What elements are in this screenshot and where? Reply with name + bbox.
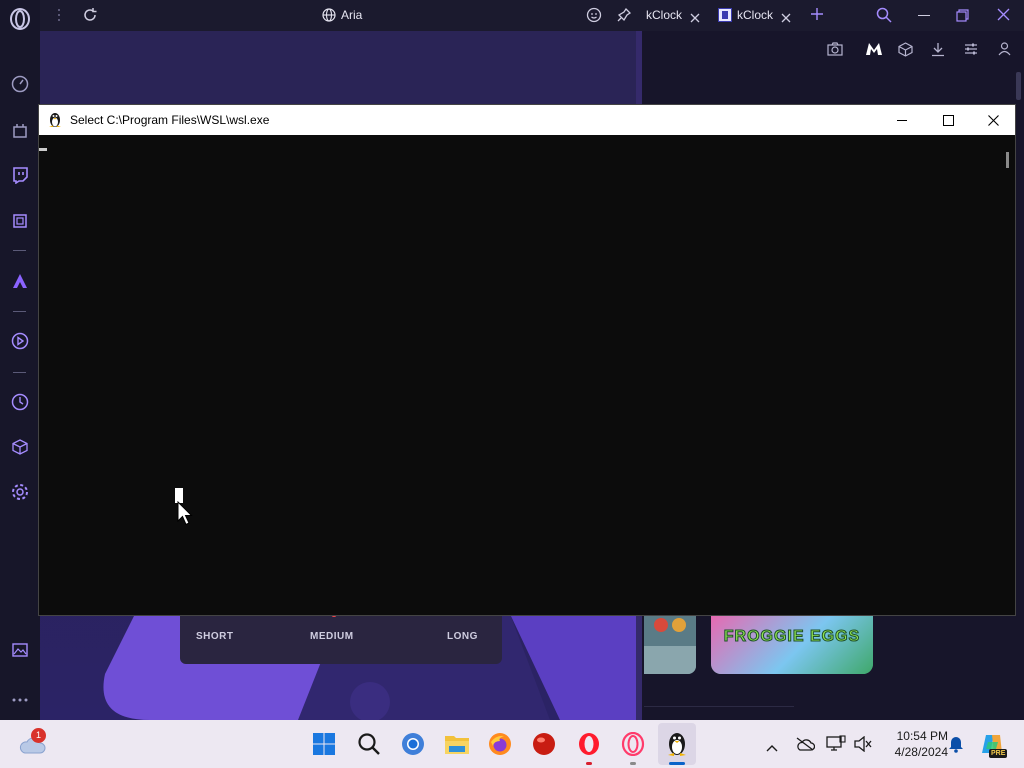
pre-badge: PRE [989, 749, 1008, 758]
clock-time: 10:54 PM [896, 729, 948, 743]
clock-date: 4/28/2024 [894, 745, 948, 759]
extension-cube-icon[interactable] [898, 42, 913, 62]
sidebar-separator [13, 311, 26, 312]
running-indicator [586, 762, 592, 765]
maximize-icon [942, 114, 954, 126]
timer-medium-option[interactable]: MEDIUM [310, 631, 354, 642]
gx-store-icon[interactable] [8, 118, 32, 142]
hardware-monitor-icon[interactable] [8, 209, 32, 233]
windows-start-icon[interactable] [308, 728, 340, 760]
speaker-muted-icon[interactable] [854, 735, 872, 757]
timer-short-option[interactable]: SHORT [196, 631, 234, 642]
terminal-minimize-button[interactable] [879, 105, 925, 135]
opera-gx-icon[interactable] [617, 728, 649, 760]
terminal-output-area[interactable] [39, 135, 999, 615]
wsl-terminal-window[interactable]: Select C:\Program Files\WSL\wsl.exe [38, 104, 1016, 616]
minimize-icon[interactable] [918, 15, 930, 16]
onedrive-offline-icon[interactable] [795, 737, 816, 756]
aria-icon[interactable] [8, 269, 32, 293]
terminal-scrollbar[interactable] [999, 135, 1015, 615]
display-icon[interactable] [826, 735, 846, 757]
history-icon[interactable] [8, 390, 32, 414]
close-window-icon[interactable] [997, 8, 1010, 26]
right-toolbar [642, 31, 1024, 69]
taskbar-clock[interactable]: 10:54 PM 4/28/2024 [880, 728, 948, 760]
browser-sidebar [0, 0, 40, 720]
sidebar-separator [13, 250, 26, 251]
running-indicator [630, 762, 636, 765]
text-cursor [39, 148, 47, 151]
active-indicator [669, 762, 685, 765]
firefox-icon[interactable] [484, 728, 516, 760]
speed-dial-icon[interactable] [8, 72, 32, 96]
more-options-icon[interactable] [8, 688, 32, 712]
globe-icon [322, 8, 336, 27]
search-tabs-icon[interactable] [876, 7, 892, 28]
mouse-pointer-icon [177, 501, 193, 526]
minimize-icon [897, 119, 907, 121]
restore-icon[interactable] [956, 9, 969, 27]
wallpaper-icon[interactable] [8, 638, 32, 662]
drag-handle-icon[interactable] [57, 8, 61, 27]
red-ball-app-icon[interactable] [528, 728, 560, 760]
malwarebytes-icon[interactable] [865, 42, 883, 61]
profile-icon[interactable] [998, 42, 1011, 61]
tab-close-icon[interactable] [690, 10, 700, 28]
opera-logo-icon[interactable] [8, 7, 32, 31]
timer-long-option[interactable]: LONG [447, 631, 478, 642]
browser-tab-bar: Aria kClock kClock [40, 0, 1024, 31]
opera-icon[interactable] [573, 728, 605, 760]
tux-penguin-icon [48, 111, 62, 133]
terminal-title-bar[interactable]: Select C:\Program Files\WSL\wsl.exe [39, 105, 1015, 135]
tab-kclock-2[interactable]: kClock [737, 8, 773, 22]
wsl-tux-icon[interactable] [661, 728, 693, 760]
camera-icon[interactable] [827, 42, 843, 61]
terminal-close-button[interactable] [970, 105, 1016, 135]
active-tab-title[interactable]: Aria [341, 8, 362, 22]
show-hidden-icons-chevron-icon[interactable] [766, 739, 778, 757]
game-tile-thumbnail[interactable] [644, 614, 696, 674]
section-divider [644, 706, 794, 707]
extensions-cube-icon[interactable] [8, 435, 32, 459]
tab-close-icon[interactable] [781, 10, 791, 28]
froggie-eggs-tile[interactable]: FROGGIE EGGS [711, 614, 873, 674]
tab-favicon-icon [718, 8, 732, 22]
reload-icon[interactable] [82, 7, 98, 28]
twitch-icon[interactable] [8, 163, 32, 187]
side-panel-scrollbar[interactable] [1016, 72, 1021, 100]
easy-setup-icon[interactable] [964, 42, 978, 61]
terminal-title-text: Select C:\Program Files\WSL\wsl.exe [70, 113, 270, 127]
timer-length-panel: SHORT MEDIUM LONG [180, 611, 502, 664]
file-explorer-icon[interactable] [441, 728, 473, 760]
search-icon[interactable] [353, 728, 385, 760]
scrollbar-thumb[interactable] [1006, 152, 1009, 168]
terminal-maximize-button[interactable] [925, 105, 971, 135]
game-title: FROGGIE EGGS [723, 628, 861, 646]
chrome-icon[interactable] [397, 728, 429, 760]
pin-icon[interactable] [616, 7, 632, 28]
emoji-icon[interactable] [586, 7, 602, 28]
tab-kclock-1[interactable]: kClock [646, 8, 682, 22]
close-icon [987, 114, 999, 126]
download-icon[interactable] [931, 42, 945, 62]
sidebar-separator [13, 372, 26, 373]
new-tab-plus-icon[interactable] [810, 7, 824, 26]
player-icon[interactable] [8, 329, 32, 353]
notification-badge: 1 [31, 728, 46, 743]
notification-bell-icon[interactable] [948, 736, 964, 758]
settings-gear-icon[interactable] [8, 480, 32, 504]
windows-taskbar: 1 PRE [0, 720, 1024, 768]
